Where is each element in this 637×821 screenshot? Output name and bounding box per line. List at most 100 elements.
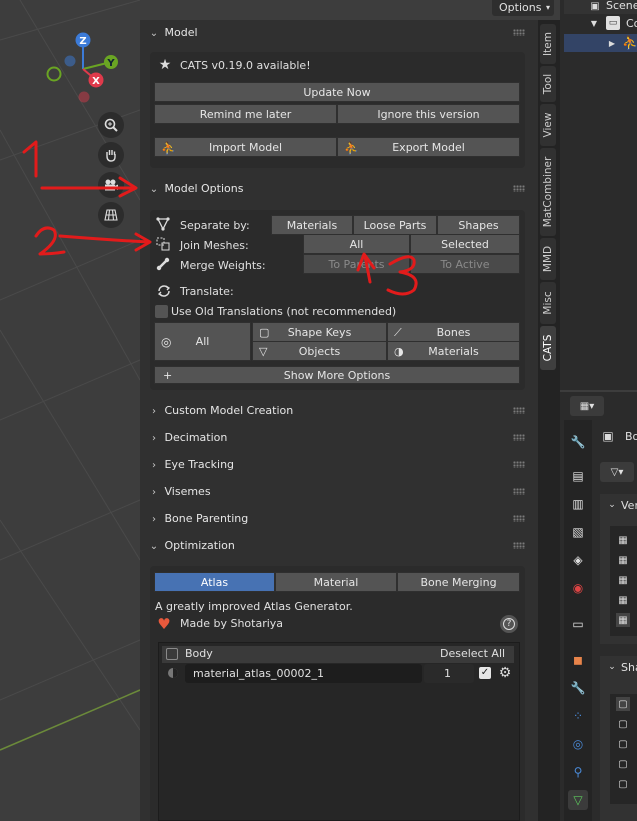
physics-icon[interactable]: ◎ [568,734,588,754]
separate-shapes-button[interactable]: Shapes [437,215,520,235]
tab-matcombiner[interactable]: MatCombiner [540,148,556,236]
world-icon[interactable]: ◉ [568,578,588,598]
scene-icon[interactable]: ◈ [568,550,588,570]
material-checkbox[interactable]: ✓ [479,667,491,679]
editor-type-button[interactable]: ▦▾ [570,396,604,416]
tab-misc[interactable]: Misc [540,282,556,324]
drag-grip-icon[interactable] [513,434,525,441]
mesh-type-button[interactable]: ▽▾ [600,462,634,482]
scene-icon: ▣ [590,0,600,12]
tab-cats[interactable]: CATS [540,326,556,370]
visemes-header[interactable]: › Visemes [143,480,531,504]
chevron-down-icon[interactable]: ▼ [589,17,599,29]
decimation-header[interactable]: › Decimation [143,426,531,450]
annotation-number-3: 3 [0,0,1,1]
chevron-down-icon: ⌄ [149,541,159,552]
vertex-group-icon: ▦ [616,613,630,627]
object-icon: ▽ [259,345,268,358]
tab-material[interactable]: Material [275,572,397,592]
object-data-icon[interactable]: ▽ [568,790,588,810]
material-icon: ◑ [394,345,404,358]
tab-item[interactable]: Item [540,24,556,64]
particles-icon[interactable]: ⁘ [568,706,588,726]
drag-grip-icon[interactable] [513,542,525,549]
gizmo-x-label: X [92,76,100,87]
translate-all-button[interactable]: ◎ All [154,322,251,361]
help-icon[interactable]: ? [500,615,518,633]
show-more-options-button[interactable]: + Show More Options [154,366,520,384]
atlas-description: A greatly improved Atlas Generator. [155,600,353,613]
tab-tool[interactable]: Tool [540,66,556,102]
vertex-group-icon: ▦ [618,594,628,606]
gizmo-z-label: Z [79,36,86,47]
chevron-down-icon: ▾ [545,3,550,12]
scene-label: Scene [606,0,637,12]
chevron-right-icon: › [152,514,156,525]
gear-icon[interactable]: ⚙ [496,664,514,682]
options-dropdown[interactable]: Options ▾ [492,0,554,16]
properties-partial-2: Ver [621,499,637,512]
star-icon: ★ [158,57,172,73]
list-header-name: Body [185,647,213,660]
drag-grip-icon[interactable] [513,461,525,468]
armature-icon: ⛹ [622,35,637,51]
view-layer-icon[interactable]: ▧ [568,522,588,542]
chevron-right-icon[interactable]: ▶ [607,37,617,49]
shape-key-icon: ▢ [616,697,630,711]
old-translations-checkbox[interactable] [155,305,168,318]
tab-view[interactable]: View [540,104,556,146]
translate-bones-button[interactable]: ⟋ Bones [387,322,520,342]
tab-bone-merging[interactable]: Bone Merging [397,572,520,592]
remind-later-button[interactable]: Remind me later [154,104,337,124]
drag-grip-icon[interactable] [513,185,525,192]
update-notice: CATS v0.19.0 available! [180,59,311,72]
vertex-group-icon: ▦ [618,574,628,586]
drag-grip-icon[interactable] [513,488,525,495]
deselect-all-button[interactable]: Deselect All [440,647,505,660]
collection-icon[interactable]: ▭ [568,614,588,634]
expand-checkbox[interactable] [166,648,178,660]
custom-model-creation-header[interactable]: › Custom Model Creation [143,399,531,423]
tool-icon[interactable]: 🔧 [568,432,588,452]
chevron-right-icon: › [152,460,156,471]
shape-key-icon: ▢ [618,738,628,750]
chevron-down-icon: ⌄ [149,28,159,39]
drag-grip-icon[interactable] [513,29,525,36]
shape-key-icon: ▢ [618,718,628,730]
translate-materials-button[interactable]: ◑ Materials [387,341,520,361]
update-now-button[interactable]: Update Now [154,82,520,102]
optimization-header[interactable]: ⌄ Optimization [143,534,531,558]
object-icon[interactable]: ◼ [568,650,588,670]
material-count: 1 [444,667,451,680]
tab-atlas[interactable]: Atlas [154,572,275,592]
tab-mmd[interactable]: MMD [540,238,556,280]
ignore-version-button[interactable]: Ignore this version [337,104,520,124]
navigation-gizmo[interactable]: Z Y X [44,32,124,104]
modifier-icon[interactable]: 🔧 [568,678,588,698]
constraints-icon[interactable]: ⚲ [568,762,588,782]
output-icon[interactable]: ▥ [568,494,588,514]
chevron-right-icon: › [152,406,156,417]
model-panel-title: Model [164,26,198,39]
bone-parenting-header[interactable]: › Bone Parenting [143,507,531,531]
model-panel-header[interactable]: ⌄ Model [143,21,531,45]
vertex-group-icon: ▦ [618,534,628,546]
properties-partial-1: Bo [625,430,637,443]
plus-icon: + [163,369,173,382]
chevron-down-icon: ⌄ [608,662,616,672]
object-data-icon: ▣ [602,429,614,443]
translate-shape-keys-button[interactable]: ▢ Shape Keys [252,322,387,342]
properties-partial-3: Sha [621,661,637,674]
eye-tracking-header[interactable]: › Eye Tracking [143,453,531,477]
chevron-down-icon: ⌄ [608,500,616,510]
shape-key-icon: ▢ [618,778,628,790]
shape-key-icon: ▢ [259,326,270,339]
render-icon[interactable]: ▤ [568,466,588,486]
drag-grip-icon[interactable] [513,407,525,414]
drag-grip-icon[interactable] [513,515,525,522]
shape-key-icon: ▢ [618,758,628,770]
translate-objects-button[interactable]: ▽ Objects [252,341,387,361]
options-label: Options [499,1,542,14]
target-icon: ◎ [161,335,172,349]
annotation-overlay [22,140,418,296]
